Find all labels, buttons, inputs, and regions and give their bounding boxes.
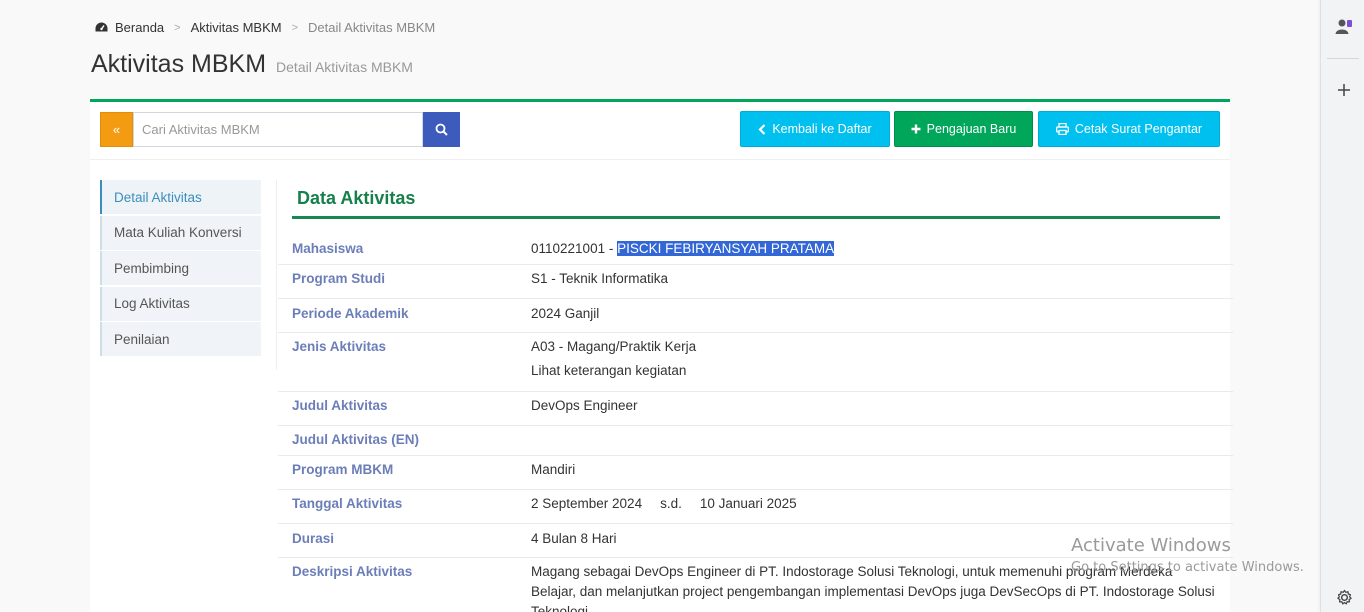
- end-date: 10 Januari 2025: [699, 496, 797, 511]
- section-underline: [292, 216, 1220, 219]
- page-title: Aktivitas MBKM: [91, 50, 267, 78]
- student-nim: 0110221001 -: [531, 241, 618, 256]
- new-submission-button[interactable]: Pengajuan Baru: [894, 111, 1033, 147]
- field-row-judul-aktivitas-en: Judul Aktivitas (EN): [278, 425, 1233, 456]
- field-value: DevOps Engineer: [531, 398, 638, 413]
- sidenav-item-detail-aktivitas[interactable]: Detail Aktivitas: [100, 180, 261, 214]
- field-row-program-studi: Program Studi S1 - Teknik Informatika: [278, 264, 1233, 299]
- detail-sidenav: Detail Aktivitas Mata Kuliah Konversi Pe…: [100, 180, 261, 358]
- sidenav-item-mata-kuliah-konversi[interactable]: Mata Kuliah Konversi: [100, 215, 261, 250]
- field-label: Judul Aktivitas: [292, 398, 388, 413]
- print-icon: [1055, 123, 1069, 135]
- search-input[interactable]: Cari Aktivitas MBKM: [133, 112, 423, 147]
- sidebar-separator: [1327, 58, 1359, 59]
- back-to-list-label: Kembali ke Daftar: [772, 122, 872, 136]
- field-row-jenis-aktivitas: Jenis Aktivitas A03 - Magang/Praktik Ker…: [278, 332, 1233, 392]
- student-name: PISCKI FEBIRYANSYAH PRATAMA: [617, 241, 835, 256]
- double-chevron-left-icon: «: [112, 122, 121, 137]
- back-to-list-button[interactable]: Kembali ke Daftar: [740, 111, 890, 147]
- content-box: « Cari Aktivitas MBKM Kembali ke Daftar …: [90, 99, 1233, 612]
- search-icon: [435, 123, 448, 136]
- field-row-judul-aktivitas: Judul Aktivitas DevOps Engineer: [278, 391, 1233, 426]
- breadcrumb: Beranda > Aktivitas MBKM > Detail Aktivi…: [95, 20, 435, 35]
- plus-icon[interactable]: [1333, 79, 1355, 101]
- field-row-mahasiswa: Mahasiswa 0110221001 - PISCKI FEBIRYANSY…: [278, 235, 1233, 264]
- activity-info-link[interactable]: Lihat keterangan kegiatan: [531, 361, 1231, 381]
- search-button[interactable]: [423, 112, 460, 147]
- field-label: Judul Aktivitas (EN): [292, 432, 420, 447]
- field-label: Durasi: [292, 531, 335, 546]
- gear-icon[interactable]: [1333, 586, 1355, 608]
- sidenav-item-log-aktivitas[interactable]: Log Aktivitas: [100, 286, 261, 321]
- page-header: Aktivitas MBKM Detail Aktivitas MBKM: [91, 50, 413, 79]
- field-value: 0110221001 - PISCKI FEBIRYANSYAH PRATAMA: [531, 239, 1231, 259]
- field-row-periode-akademik: Periode Akademik 2024 Ganjil: [278, 298, 1233, 333]
- dashboard-icon: [95, 22, 108, 32]
- date-separator: s.d.: [660, 496, 682, 511]
- field-row-program-mbkm: Program MBKM Mandiri: [278, 455, 1233, 490]
- toolbar: « Cari Aktivitas MBKM Kembali ke Daftar …: [90, 102, 1230, 160]
- field-label: Periode Akademik: [292, 306, 409, 321]
- breadcrumb-home[interactable]: Beranda: [95, 20, 164, 35]
- field-label: Tanggal Aktivitas: [292, 496, 403, 511]
- breadcrumb-home-label: Beranda: [115, 20, 165, 35]
- back-toggle-button[interactable]: «: [100, 112, 133, 147]
- chevron-left-icon: [758, 123, 766, 135]
- field-value: S1 - Teknik Informatika: [531, 271, 669, 286]
- plus-icon: [911, 124, 921, 134]
- field-label: Program Studi: [292, 271, 386, 286]
- divider: [276, 180, 277, 370]
- field-value: 2 September 2024 s.d. 10 Januari 2025: [531, 494, 1231, 514]
- field-value: 2024 Ganjil: [531, 306, 600, 321]
- print-letter-label: Cetak Surat Pengantar: [1074, 122, 1203, 136]
- breadcrumb-parent[interactable]: Aktivitas MBKM: [191, 20, 282, 35]
- breadcrumb-current: Detail Aktivitas MBKM: [308, 20, 436, 35]
- field-label: Program MBKM: [292, 462, 394, 477]
- main-content: Beranda > Aktivitas MBKM > Detail Aktivi…: [0, 0, 1318, 612]
- windows-watermark-subtitle: Go to Settings to activate Windows.: [1071, 560, 1304, 575]
- field-row-tanggal-aktivitas: Tanggal Aktivitas 2 September 2024 s.d. 10…: [278, 489, 1233, 524]
- search-placeholder: Cari Aktivitas MBKM: [142, 122, 260, 137]
- browser-sidebar: [1320, 0, 1364, 612]
- new-submission-label: Pengajuan Baru: [926, 122, 1017, 136]
- profile-icon[interactable]: [1333, 16, 1355, 38]
- sidenav-item-penilaian[interactable]: Penilaian: [100, 322, 261, 356]
- breadcrumb-separator-icon: >: [291, 21, 299, 34]
- print-letter-button[interactable]: Cetak Surat Pengantar: [1038, 111, 1220, 147]
- sidenav-item-pembimbing[interactable]: Pembimbing: [100, 251, 261, 285]
- field-label: Jenis Aktivitas: [292, 339, 387, 354]
- breadcrumb-separator-icon: >: [174, 21, 181, 34]
- start-date: 2 September 2024: [531, 496, 643, 511]
- field-value: A03 - Magang/Praktik Kerja: [531, 339, 697, 354]
- field-label: Mahasiswa: [292, 241, 364, 256]
- section-title: Data Aktivitas: [297, 188, 416, 208]
- field-label: Deskripsi Aktivitas: [292, 564, 413, 579]
- windows-watermark-title: Activate Windows: [1071, 535, 1231, 556]
- field-value: Mandiri: [531, 462, 576, 477]
- page-subtitle: Detail Aktivitas MBKM: [276, 59, 413, 75]
